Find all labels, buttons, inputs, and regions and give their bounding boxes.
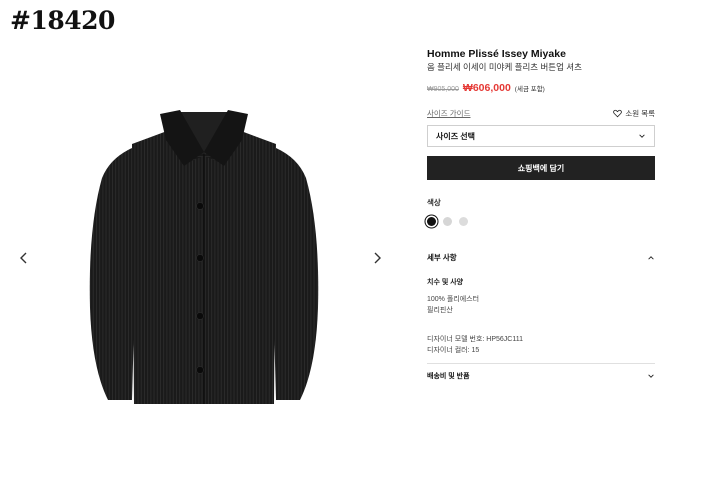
- previous-image-button[interactable]: [16, 249, 32, 267]
- color-swatch-gray-1[interactable]: [443, 217, 452, 226]
- size-select-label: 사이즈 선택: [436, 131, 476, 141]
- product-image: [89, 110, 319, 404]
- next-image-button[interactable]: [369, 249, 385, 267]
- product-name: 옴 플리세 이세이 미야케 플리츠 버튼업 셔츠: [427, 62, 582, 72]
- color-swatch-black[interactable]: [427, 217, 436, 226]
- material-line-2: 필리핀산: [427, 307, 453, 314]
- wishlist-label: 소원 목록: [625, 109, 655, 118]
- sale-price: ₩606,000: [462, 82, 511, 94]
- chevron-down-icon: [647, 372, 655, 380]
- product-info-panel: Homme Plissé Issey Miyake 옴 플리세 이세이 미야케 …: [427, 46, 655, 381]
- size-guide-link[interactable]: 사이즈 가이드: [427, 108, 470, 119]
- details-accordion-header[interactable]: 세부 사항: [427, 252, 655, 263]
- color-swatches: [427, 217, 655, 226]
- chevron-left-icon: [20, 252, 27, 264]
- details-header-label: 세부 사항: [427, 253, 457, 262]
- watermark-tag: #18420: [10, 6, 115, 35]
- brand-name: Homme Plissé Issey Miyake: [427, 48, 566, 60]
- material-line-1: 100% 폴리에스터: [427, 296, 480, 303]
- wishlist-button[interactable]: 소원 목록: [613, 108, 655, 119]
- color-swatch-gray-2[interactable]: [459, 217, 468, 226]
- shipping-accordion-header[interactable]: 배송비 및 반품: [427, 371, 655, 381]
- divider: [427, 363, 655, 364]
- designer-model-number: 디자이너 모델 번호: HP56JC111: [427, 336, 524, 343]
- size-guide-row: 사이즈 가이드 소원 목록: [427, 108, 655, 119]
- size-select[interactable]: 사이즈 선택: [427, 125, 655, 147]
- designer-color: 디자이너 컬러: 15: [427, 347, 480, 354]
- chevron-down-icon: [638, 132, 646, 140]
- add-to-cart-button[interactable]: 쇼핑백에 담기: [427, 156, 655, 180]
- color-label: 색상: [427, 198, 441, 207]
- shipping-header-label: 배송비 및 반품: [427, 373, 470, 380]
- chevron-up-icon: [647, 254, 655, 262]
- chevron-right-icon: [374, 252, 381, 264]
- original-price: ₩905,000: [427, 86, 459, 93]
- heart-icon: [613, 109, 623, 118]
- specs-title: 치수 및 사양: [427, 279, 464, 286]
- tax-note: (세금 포함): [514, 86, 545, 93]
- price-row: ₩905,000 ₩606,000 (세금 포함): [427, 82, 655, 94]
